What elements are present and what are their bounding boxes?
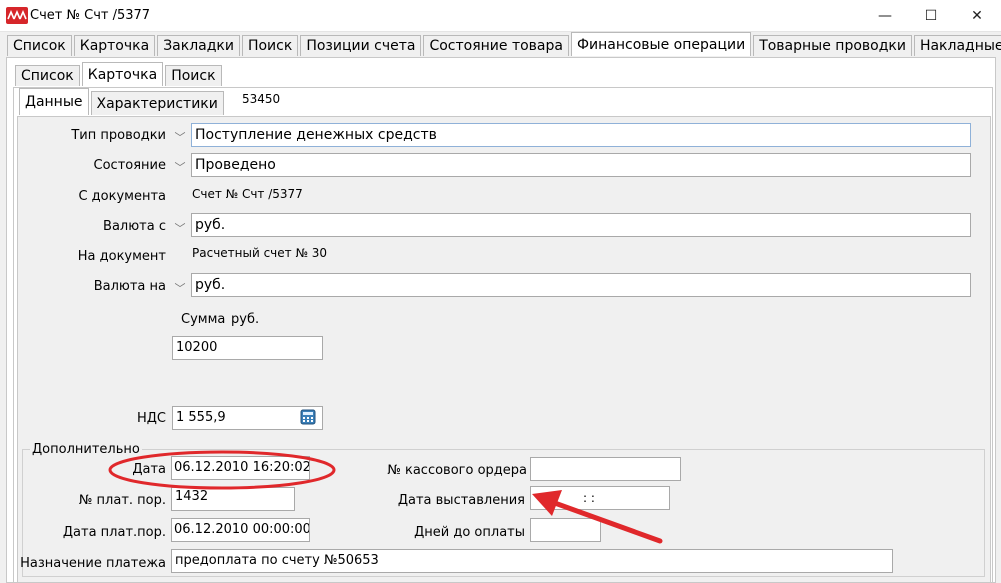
type-dropdown-chevron-icon[interactable]: ﹀ (173, 129, 187, 145)
calculator-icon[interactable] (300, 409, 316, 425)
main-tab-3[interactable]: Закладки (157, 35, 240, 56)
close-button[interactable]: ✕ (954, 0, 1000, 31)
to-doc-value: Расчетный счет № 30 (192, 246, 328, 260)
main-tabs: Список Карточка Закладки Поиск Позиции счета… (7, 32, 1001, 56)
issue-date-label: Дата выставления (397, 493, 525, 508)
type-label: Тип проводки (71, 128, 166, 143)
sum-field[interactable]: 10200 (172, 336, 323, 360)
currency-from-field[interactable]: руб. (191, 213, 971, 237)
title-bar: Счет № Счт /5377 — ☐ ✕ (0, 0, 1001, 32)
payorder-date-field[interactable]: 06.12.2010 00:00:00 (171, 518, 310, 542)
payorder-date-label: Дата плат.пор. (62, 525, 166, 540)
main-tab-8[interactable]: Товарные проводки (753, 35, 912, 56)
minimize-icon: — (878, 7, 892, 24)
to-doc-label: На документ (77, 249, 166, 264)
sub-tab-2[interactable]: Карточка (81, 62, 164, 86)
vat-label: НДС (136, 411, 166, 426)
sub-tab-1[interactable]: Список (15, 65, 80, 86)
card-tab-2[interactable]: Характеристики (90, 91, 224, 115)
minimize-button[interactable]: — (862, 0, 908, 31)
main-tab-1[interactable]: Список (7, 35, 72, 56)
currency-to-field[interactable]: руб. (191, 273, 971, 297)
window-title: Счет № Счт /5377 (30, 8, 151, 23)
close-icon: ✕ (971, 7, 983, 24)
main-tab-9[interactable]: Накладные (913, 35, 1001, 56)
maximize-icon: ☐ (924, 7, 938, 24)
maximize-button[interactable]: ☐ (908, 0, 954, 31)
app-logo-icon (6, 7, 28, 24)
currency-from-chevron-icon[interactable]: ﹀ (173, 220, 187, 236)
main-tab-7[interactable]: Финансовые операции (570, 32, 752, 56)
record-id: 53450 (242, 92, 281, 106)
state-label: Состояние (93, 158, 166, 173)
main-tab-2[interactable]: Карточка (73, 35, 156, 56)
main-tab-5[interactable]: Позиции счета (300, 35, 422, 56)
cash-order-label: № кассового ордера (387, 463, 527, 478)
sum-label: Сумма (181, 312, 226, 327)
sub-tabs: Список Карточка Поиск (15, 62, 224, 86)
from-doc-value: Счет № Счт /5377 (192, 187, 303, 201)
annotation-arrow-icon (532, 490, 663, 544)
state-dropdown-chevron-icon[interactable]: ﹀ (173, 159, 187, 175)
purpose-label: Назначение платежа (20, 556, 166, 571)
card-tab-1[interactable]: Данные (19, 88, 89, 115)
card-tabs: Данные Характеристики (19, 88, 226, 115)
main-tab-4[interactable]: Поиск (241, 35, 299, 56)
from-doc-label: С документа (78, 189, 166, 204)
purpose-field[interactable]: предоплата по счету №50653 (171, 549, 893, 573)
main-tab-6[interactable]: Состояние товара (423, 35, 569, 56)
state-field[interactable]: Проведено (191, 153, 971, 177)
currency-to-chevron-icon[interactable]: ﹀ (173, 280, 187, 296)
sum-currency: руб. (231, 312, 260, 327)
type-field[interactable]: Поступление денежных средств (191, 123, 971, 147)
days-label: Дней до оплаты (414, 525, 525, 540)
currency-from-label: Валюта с (103, 219, 166, 234)
currency-to-label: Валюта на (93, 279, 166, 294)
payorder-label: № плат. пор. (78, 493, 166, 508)
sub-tab-3[interactable]: Поиск (165, 65, 222, 86)
annotation-ellipse (108, 450, 336, 490)
cash-order-field[interactable] (530, 457, 681, 481)
